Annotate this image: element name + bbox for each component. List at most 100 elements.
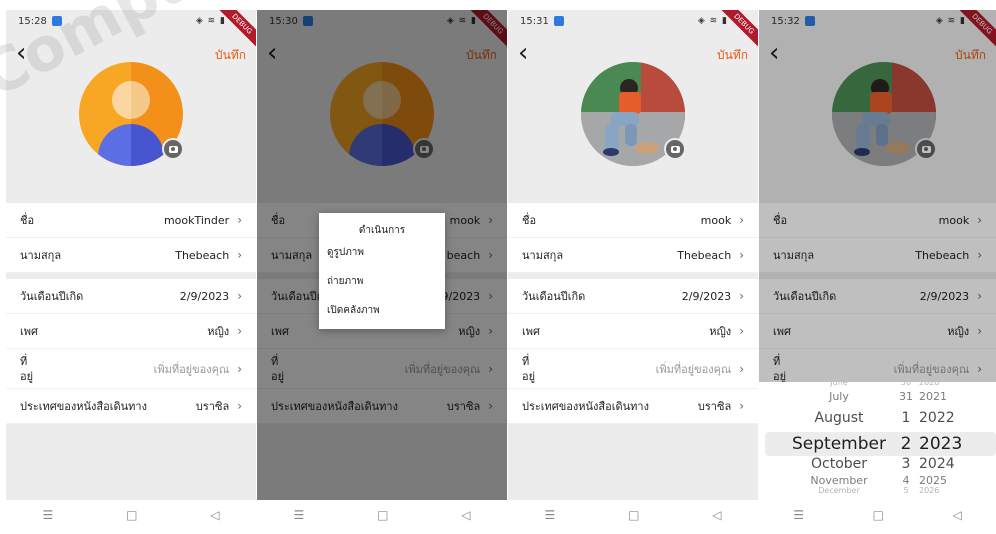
name-value: mook — [700, 213, 732, 227]
day-option[interactable]: 2 — [891, 434, 921, 454]
menu-icon[interactable]: ☰ — [544, 508, 555, 522]
surname-label: นามสกุล — [522, 249, 564, 262]
back-nav-icon[interactable]: ◁ — [461, 508, 470, 522]
month-option[interactable]: October — [779, 456, 899, 472]
take-photo-option[interactable]: ถ่ายภาพ — [319, 267, 445, 296]
back-nav-icon[interactable]: ◁ — [952, 508, 961, 522]
year-option[interactable]: 2026 — [919, 486, 969, 495]
action-dialog-title: ดำเนินการ — [358, 225, 406, 236]
passport-country-row[interactable]: ประเทศของหนังสือเดินทาง บราซิล › — [6, 389, 256, 424]
chevron-right-icon: › — [739, 324, 744, 338]
day-wheel[interactable]: 30 31 1 2 3 4 5 — [891, 382, 921, 500]
back-icon[interactable]: ‹ — [518, 40, 528, 66]
year-wheel[interactable]: 2020 2021 2022 2023 2024 2025 2026 — [919, 382, 969, 500]
signal-wifi-battery-icon: ◈ ≋ ▮ — [697, 16, 728, 26]
gender-row[interactable]: เพศ หญิง › — [6, 314, 256, 349]
gender-label: เพศ — [20, 325, 38, 338]
chevron-right-icon: › — [237, 289, 242, 303]
passport-country-value: บราซิล — [195, 400, 230, 413]
system-nav-bar: ☰ □ ◁ — [6, 500, 256, 530]
passport-country-row[interactable]: ประเทศของหนังสือเดินทาง บราซิล › — [508, 389, 758, 424]
name-group: ชื่อ mookTinder › นามสกุล Thebeach › — [6, 203, 256, 273]
day-option[interactable]: 3 — [891, 456, 921, 472]
birthdate-row[interactable]: วันเดือนปีเกิด 2/9/2023 › — [508, 279, 758, 314]
notification-icon — [51, 16, 62, 26]
month-option[interactable]: December — [779, 486, 899, 495]
home-icon[interactable]: □ — [377, 508, 388, 522]
month-option[interactable]: June — [779, 382, 899, 387]
back-nav-icon[interactable]: ◁ — [712, 508, 721, 522]
gender-row[interactable]: เพศ หญิง › — [508, 314, 758, 349]
name-row[interactable]: ชื่อ mookTinder › — [6, 203, 256, 238]
day-option[interactable]: 5 — [891, 486, 921, 495]
month-option[interactable]: September — [779, 434, 899, 454]
surname-value: Thebeach — [175, 248, 230, 262]
view-photo-option[interactable]: ดูรูปภาพ — [319, 238, 445, 267]
address-placeholder: เพิ่มที่อยู่ของคุณ — [153, 362, 230, 376]
month-option[interactable]: August — [779, 410, 899, 426]
home-icon[interactable]: □ — [628, 508, 639, 522]
birthdate-label: วันเดือนปีเกิด — [522, 290, 586, 303]
camera-icon[interactable] — [664, 138, 686, 160]
day-option[interactable]: 1 — [891, 410, 921, 426]
address-label: ที่ อยู่ — [522, 354, 536, 383]
year-option[interactable]: 2022 — [919, 410, 969, 426]
name-row[interactable]: ชื่อ mook › — [508, 203, 758, 238]
chevron-right-icon: › — [739, 248, 744, 262]
address-label: ที่ อยู่ — [20, 354, 34, 383]
system-nav-bar: ☰ □ ◁ — [759, 500, 996, 530]
chevron-right-icon: › — [237, 399, 242, 413]
save-button[interactable]: บันทึก — [215, 46, 246, 65]
year-option[interactable]: 2021 — [919, 390, 969, 403]
month-option[interactable]: July — [779, 390, 899, 403]
name-label: ชื่อ — [522, 214, 537, 227]
day-option[interactable]: 30 — [891, 382, 921, 387]
chevron-right-icon: › — [237, 248, 242, 262]
chevron-right-icon: › — [739, 289, 744, 303]
name-label: ชื่อ — [20, 214, 35, 227]
address-placeholder: เพิ่มที่อยู่ของคุณ — [655, 362, 732, 376]
modal-scrim[interactable] — [759, 10, 996, 382]
open-gallery-option[interactable]: เปิดคลังภาพ — [319, 296, 445, 325]
year-option[interactable]: 2020 — [919, 382, 969, 387]
birthdate-label: วันเดือนปีเกิด — [20, 290, 84, 303]
avatar-body — [98, 124, 164, 166]
birthdate-row[interactable]: วันเดือนปีเกิด 2/9/2023 › — [6, 279, 256, 314]
back-icon[interactable]: ‹ — [16, 40, 26, 66]
passport-country-label: ประเทศของหนังสือเดินทาง — [522, 400, 649, 413]
details-group: วันเดือนปีเกิด 2/9/2023 › เพศ หญิง › ที่… — [6, 279, 256, 424]
gender-value: หญิง — [207, 325, 230, 338]
back-nav-icon[interactable]: ◁ — [210, 508, 219, 522]
menu-icon[interactable]: ☰ — [793, 508, 804, 522]
chevron-right-icon: › — [237, 324, 242, 338]
menu-icon[interactable]: ☰ — [293, 508, 304, 522]
home-icon[interactable]: □ — [873, 508, 884, 522]
camera-icon[interactable] — [162, 138, 184, 160]
date-picker[interactable]: June July August September October November De… — [759, 382, 996, 500]
month-wheel[interactable]: June July August September October November De… — [779, 382, 899, 500]
status-time: 15:28 — [18, 15, 47, 27]
save-button[interactable]: บันทึก — [717, 46, 748, 65]
avatar-head — [112, 81, 150, 119]
notification-icon — [553, 16, 564, 26]
day-option[interactable]: 31 — [891, 390, 921, 403]
chevron-right-icon: › — [739, 361, 744, 376]
address-row[interactable]: ที่ อยู่ เพิ่มที่อยู่ของคุณ › — [508, 349, 758, 389]
menu-icon[interactable]: ☰ — [42, 508, 53, 522]
chevron-right-icon: › — [237, 361, 242, 376]
birthdate-value: 2/9/2023 — [681, 289, 732, 303]
chevron-right-icon: › — [739, 213, 744, 227]
year-option[interactable]: 2024 — [919, 456, 969, 472]
year-option[interactable]: 2023 — [919, 434, 969, 454]
passport-country-label: ประเทศของหนังสือเดินทาง — [20, 400, 147, 413]
system-nav-bar: ☰ □ ◁ — [257, 500, 507, 530]
screen-1: 15:28 ◈ ≋ ▮ DEBUG ‹ บันทึก ชื่อ mookTind… — [6, 10, 256, 530]
surname-row[interactable]: นามสกุล Thebeach › — [508, 238, 758, 273]
address-row[interactable]: ที่ อยู่ เพิ่มที่อยู่ของคุณ › — [6, 349, 256, 389]
signal-wifi-battery-icon: ◈ ≋ ▮ — [195, 16, 226, 26]
home-icon[interactable]: □ — [126, 508, 137, 522]
screen-2: 15:30 ◈ ≋ ▮ DEBUG ‹ บันทึก ชื่อ mook › น… — [257, 10, 507, 530]
action-dialog: ดำเนินการ ดูรูปภาพ ถ่ายภาพ เปิดคลังภาพ — [319, 213, 445, 329]
gender-value: หญิง — [709, 325, 732, 338]
surname-row[interactable]: นามสกุล Thebeach › — [6, 238, 256, 273]
